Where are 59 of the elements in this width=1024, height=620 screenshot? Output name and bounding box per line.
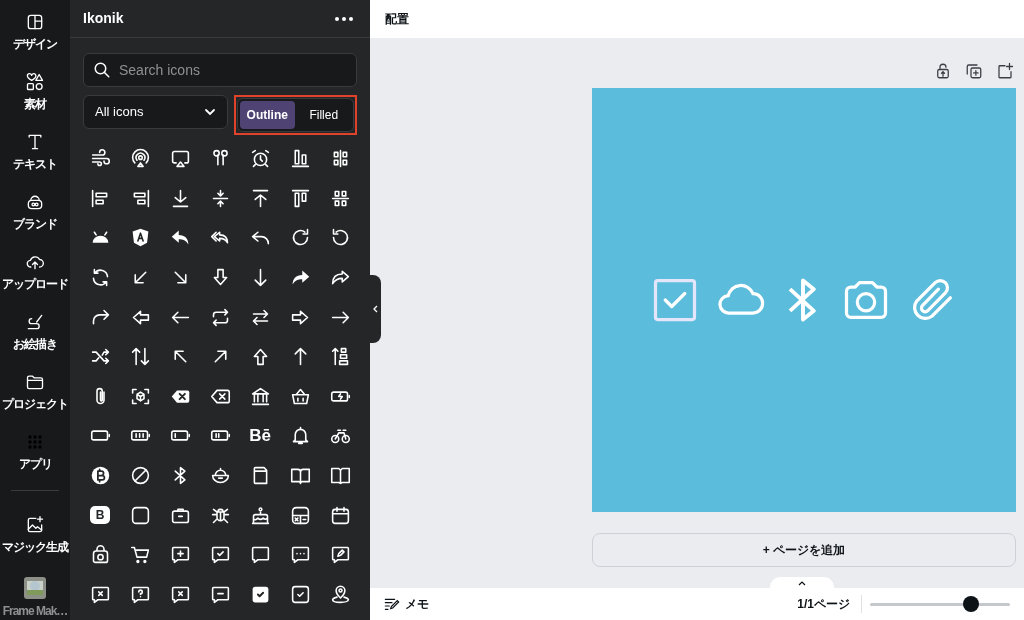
sidebar-item[interactable]: プロジェクト	[2, 368, 68, 428]
sidebar-item[interactable]: マジック生成	[2, 510, 68, 571]
duplicate-icon[interactable]	[965, 62, 983, 80]
bitcoin-coin-icon[interactable]	[89, 465, 111, 487]
collapse-handle[interactable]	[369, 275, 381, 343]
page-count[interactable]: 1/1ページ	[797, 595, 850, 613]
more-icon[interactable]	[335, 16, 353, 21]
chat-plus-icon[interactable]	[169, 544, 191, 566]
checkbox-icon[interactable]	[289, 583, 311, 605]
chat-check-icon[interactable]	[209, 544, 231, 566]
sidebar-item[interactable]: お絵描き	[13, 308, 57, 368]
alarm-clock-icon[interactable]	[249, 148, 271, 170]
image-sparkle-icon	[25, 514, 45, 535]
chevron-down-icon	[204, 108, 216, 116]
sidebar-item[interactable]: デザイン	[13, 8, 57, 68]
add-page-button[interactable]: + ページを追加	[592, 533, 1016, 567]
sidebar-item[interactable]: テキスト	[13, 128, 57, 188]
align-bottom-icon[interactable]	[289, 148, 311, 170]
style-option[interactable]: Outline	[240, 101, 295, 129]
design-icon	[25, 12, 45, 32]
panel-title: Ikonik	[83, 9, 124, 28]
zoom-slider-thumb[interactable]	[962, 595, 979, 612]
map-pin-icon[interactable]	[329, 583, 351, 605]
sidebar-item[interactable]: ブランド	[13, 188, 57, 248]
notes-icon	[384, 597, 400, 611]
calculator-icon[interactable]	[289, 504, 311, 526]
shapes-icon	[25, 72, 45, 92]
chat-pencil-icon[interactable]	[329, 544, 351, 566]
book-open-icon[interactable]	[329, 465, 351, 487]
lock-icon[interactable]	[934, 62, 952, 80]
pen-icon	[25, 312, 45, 332]
sort-arrows-icon[interactable]	[129, 346, 151, 368]
chevron-up-icon	[798, 580, 806, 586]
header-title: 配置	[385, 11, 409, 28]
chevron-left-icon	[372, 305, 378, 313]
search-field[interactable]: Search icons	[83, 53, 357, 87]
podcast-icon[interactable]	[129, 148, 151, 170]
logo-icon[interactable]: B	[90, 506, 110, 525]
category-dropdown[interactable]: All icons	[83, 95, 228, 129]
sort-bars-icon[interactable]	[329, 346, 351, 368]
sidebar-item[interactable]: アプリ	[18, 428, 52, 488]
sidebar-item[interactable]: 素材	[24, 68, 46, 128]
style-option[interactable]: Filled	[296, 101, 351, 129]
align-top-icon[interactable]	[289, 187, 311, 209]
calendar-icon[interactable]	[329, 504, 351, 526]
logo-text[interactable]: Bē	[249, 427, 271, 445]
ban-icon[interactable]	[129, 465, 151, 487]
cake-icon[interactable]	[249, 504, 271, 526]
add-page-icon[interactable]	[996, 62, 1014, 80]
sidebar-item[interactable]: アップロード	[2, 248, 68, 308]
airplay-icon[interactable]	[169, 148, 191, 170]
notes-button[interactable]: メモ	[384, 595, 429, 613]
sidebar-item[interactable]: Frame Mak…	[2, 576, 68, 620]
search-icon	[93, 61, 111, 79]
chat-dots-icon[interactable]	[289, 544, 311, 566]
chat-bubble-icon[interactable]	[249, 544, 271, 566]
bank-icon[interactable]	[249, 385, 271, 407]
square-icon[interactable]	[129, 504, 151, 526]
shopping-cart-icon[interactable]	[129, 544, 151, 566]
